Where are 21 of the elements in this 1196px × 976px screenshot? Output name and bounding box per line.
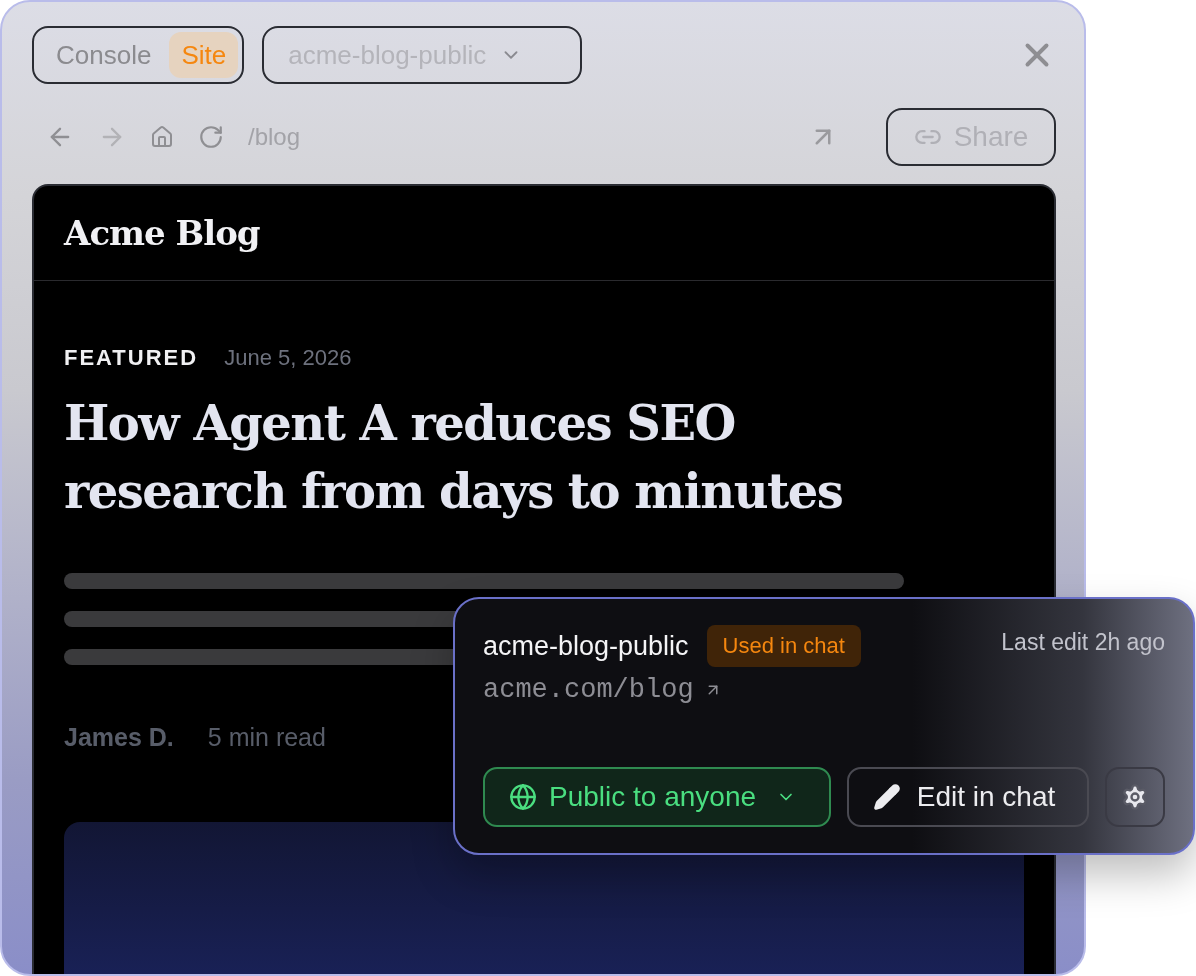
home-icon [150,125,174,149]
blog-title: Acme Blog [64,213,260,253]
read-time: 5 min read [207,723,326,752]
settings-button[interactable] [1105,767,1165,827]
mode-tab[interactable]: Console [44,32,164,78]
site-name: acme-blog-public [483,630,689,662]
globe-icon [509,783,537,811]
mode-tab[interactable]: Site [169,32,239,78]
reload-icon [198,124,224,150]
reload-button[interactable] [198,124,224,150]
home-button[interactable] [150,125,174,149]
post-date: June 5, 2026 [224,345,352,371]
post-author: James D. [64,723,174,752]
post-headline: How Agent A reduces SEO research from days to minutes [64,394,844,521]
status-badge: Used in chat [706,625,861,667]
site-url-link[interactable]: acme.com/blog [483,675,722,705]
edit-in-chat-button[interactable]: Edit in chat [846,767,1090,827]
pencil-icon [872,783,901,811]
visibility-dropdown[interactable]: Public to anyone [483,767,831,827]
featured-label: FEATURED [64,345,199,371]
last-edit-time: Last edit 2h ago [1001,628,1165,656]
